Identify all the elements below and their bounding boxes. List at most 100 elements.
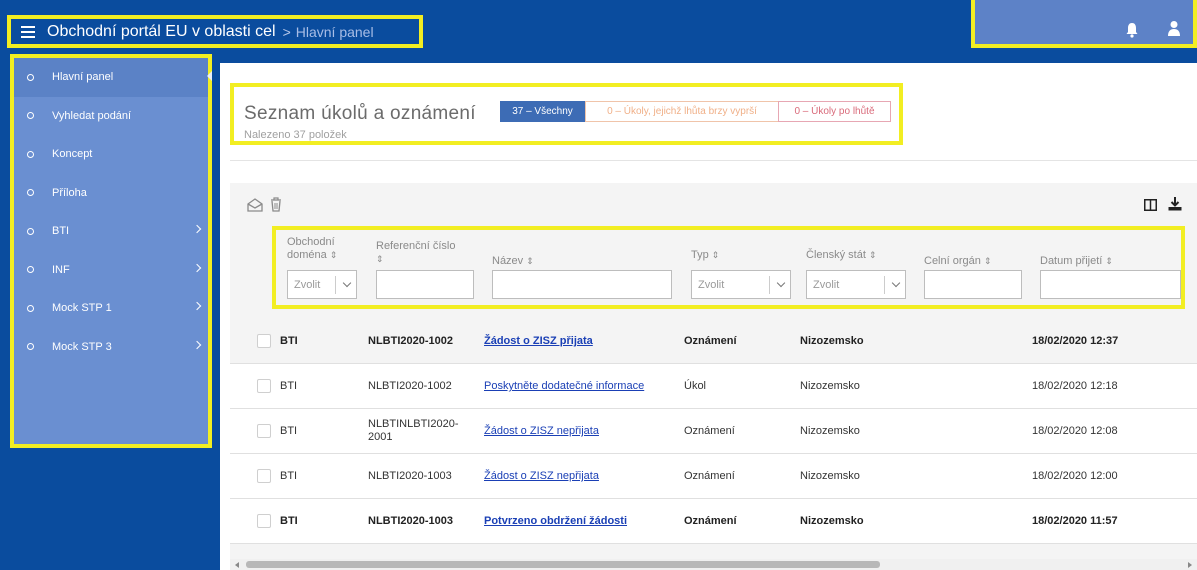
cell-type: Oznámení (684, 515, 737, 527)
sidebar-item-attachment[interactable]: Příloha (14, 174, 208, 213)
column-header-name[interactable]: Název ⇕ (492, 255, 534, 268)
column-header-text: Celní orgán (924, 255, 981, 267)
cell-type: Oznámení (684, 470, 735, 482)
filter-all-button[interactable]: 37 – Všechny (500, 101, 585, 122)
reference-input[interactable] (376, 270, 474, 299)
chevron-right-icon (192, 301, 202, 311)
cell-member-state: Nizozemsko (800, 380, 860, 392)
cell-domain: BTI (280, 380, 298, 392)
date-received-input[interactable] (1040, 270, 1181, 299)
sidebar-item-mock-stp-1[interactable]: Mock STP 1 (14, 289, 208, 328)
select-divider (335, 276, 336, 294)
column-header-text: Členský stát (806, 249, 866, 261)
column-header-type[interactable]: Typ ⇕ (691, 249, 719, 262)
cell-name-link[interactable]: Žádost o ZISZ přijata (484, 335, 593, 347)
cell-reference: NLBTI2020-1002 (368, 380, 452, 392)
scroll-left-icon[interactable] (235, 562, 239, 568)
download-icon[interactable] (1168, 197, 1182, 211)
sort-icon[interactable]: ⇕ (712, 250, 720, 260)
type-select[interactable]: Zvolit (691, 270, 791, 299)
column-header-date-received[interactable]: Datum přijetí ⇕ (1040, 255, 1113, 268)
table-row[interactable]: BTI NLBTI2020-1002 Žádost o ZISZ přijata… (230, 319, 1197, 364)
sort-icon[interactable]: ⇕ (869, 250, 877, 260)
column-header-reference[interactable]: Referenční číslo ⇕ (376, 240, 455, 266)
chevron-down-icon (891, 278, 901, 288)
row-checkbox[interactable] (257, 514, 271, 528)
app-title[interactable]: Obchodní portál EU v oblasti cel (47, 23, 276, 41)
user-icon[interactable] (1167, 20, 1181, 36)
user-area-highlight (971, 0, 1197, 48)
columns-icon[interactable] (1144, 199, 1157, 211)
sidebar-item-label: Hlavní panel (52, 71, 114, 84)
task-table-panel: Obchodní doména ⇕ Zvolit Referenční čísl… (230, 183, 1197, 570)
column-header-text: doména (287, 249, 327, 261)
select-placeholder: Zvolit (813, 279, 840, 291)
sidebar-item-search[interactable]: Vyhledat podání (14, 97, 208, 136)
circle-icon (27, 227, 34, 235)
table-row[interactable]: BTI NLBTI2020-1002 Poskytněte dodatečné … (230, 364, 1197, 409)
select-divider (884, 276, 885, 294)
sidebar-item-mock-stp-3[interactable]: Mock STP 3 (14, 328, 208, 367)
breadcrumb-current: Hlavní panel (295, 23, 374, 40)
select-divider (769, 276, 770, 294)
column-header-customs-office[interactable]: Celní orgán ⇕ (924, 255, 991, 268)
sort-icon[interactable]: ⇕ (984, 256, 992, 266)
cell-date: 18/02/2020 12:18 (1032, 380, 1118, 392)
sort-icon[interactable]: ⇕ (376, 254, 384, 264)
bell-icon[interactable] (1125, 22, 1139, 38)
sidebar: Hlavní panel Vyhledat podání Koncept Pří… (10, 54, 212, 448)
breadcrumb-separator: > (282, 23, 291, 40)
cell-date: 18/02/2020 12:37 (1032, 335, 1119, 347)
sort-icon[interactable]: ⇕ (330, 250, 338, 260)
cell-date: 18/02/2020 12:00 (1032, 470, 1118, 482)
sidebar-item-inf[interactable]: INF (14, 251, 208, 290)
circle-icon (27, 150, 34, 158)
row-checkbox[interactable] (257, 379, 271, 393)
column-filters-highlight: Obchodní doména ⇕ Zvolit Referenční čísl… (272, 226, 1185, 309)
name-input[interactable] (492, 270, 672, 299)
column-header-domain[interactable]: Obchodní doména ⇕ (287, 236, 337, 262)
sidebar-item-label: Mock STP 1 (52, 302, 112, 315)
chevron-down-icon (342, 278, 352, 288)
row-checkbox[interactable] (257, 334, 271, 348)
sidebar-item-dashboard[interactable]: Hlavní panel (14, 58, 212, 97)
envelope-open-icon[interactable] (247, 198, 263, 212)
cell-name-link[interactable]: Žádost o ZISZ nepřijata (484, 470, 599, 482)
cell-reference: NLBTI2020-1003 (368, 470, 452, 482)
chevron-right-icon (192, 263, 202, 272)
filter-overdue-button[interactable]: 0 – Úkoly po lhůtě (778, 101, 891, 122)
cell-name-link[interactable]: Žádost o ZISZ nepřijata (484, 425, 599, 437)
customs-office-input[interactable] (924, 270, 1022, 299)
cell-type: Oznámení (684, 335, 737, 347)
page-title: Seznam úkolů a oznámení (244, 103, 476, 124)
circle-icon (27, 112, 34, 120)
sort-icon[interactable]: ⇕ (1105, 256, 1113, 266)
scroll-right-icon[interactable] (1188, 562, 1192, 568)
cell-name-link[interactable]: Poskytněte dodatečné informace (484, 380, 644, 392)
column-header-member-state[interactable]: Členský stát ⇕ (806, 249, 877, 262)
table-row[interactable]: BTI NLBTI2020-1003 Potvrzeno obdržení žá… (230, 499, 1197, 544)
cell-domain: BTI (280, 470, 298, 482)
divider (230, 160, 1197, 161)
sidebar-item-draft[interactable]: Koncept (14, 135, 208, 174)
domain-select[interactable]: Zvolit (287, 270, 357, 299)
sidebar-item-label: BTI (52, 225, 70, 238)
cell-name-link[interactable]: Potvrzeno obdržení žádosti (484, 515, 627, 527)
cell-reference: NLBTI2020-1002 (368, 335, 453, 347)
column-header-text: Referenční číslo (376, 240, 456, 252)
horizontal-scrollbar[interactable] (230, 559, 1197, 570)
filter-due-soon-button[interactable]: 0 – Úkoly, jejichž lhůta brzy vyprší (585, 101, 779, 122)
table-row[interactable]: BTI NLBTI2020-1003 Žádost o ZISZ nepřija… (230, 454, 1197, 499)
trash-icon[interactable] (270, 197, 282, 212)
row-checkbox[interactable] (257, 469, 271, 483)
scrollbar-thumb[interactable] (246, 561, 880, 568)
sidebar-item-bti[interactable]: BTI (14, 212, 208, 251)
table-row[interactable]: BTI NLBTINLBTI2020-2001 Žádost o ZISZ ne… (230, 409, 1197, 454)
circle-icon (27, 189, 34, 197)
sort-icon[interactable]: ⇕ (526, 256, 534, 266)
member-state-select[interactable]: Zvolit (806, 270, 906, 299)
row-checkbox[interactable] (257, 424, 271, 438)
hamburger-icon[interactable] (21, 25, 35, 38)
sidebar-item-label: Příloha (52, 186, 87, 199)
main-content: Seznam úkolů a oznámení Nalezeno 37 polo… (220, 63, 1197, 570)
